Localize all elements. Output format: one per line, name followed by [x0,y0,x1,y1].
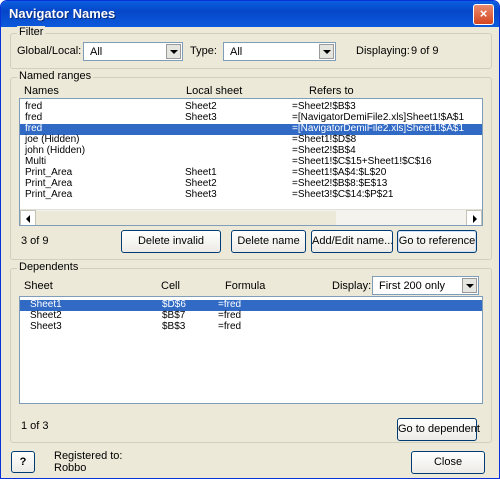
named-range-refers-to: =[NavigatorDemiFile2.xls]Sheet1!$A$1 [292,123,465,134]
navigator-names-dialog: Navigator Names × Filter Global/Local: A… [0,0,500,479]
window-title: Navigator Names [9,6,116,21]
chevron-down-icon[interactable] [462,278,477,293]
dependent-sheet: Sheet2 [30,310,62,321]
named-range-name: Multi [25,156,47,167]
global-local-value: All [90,46,103,58]
add-edit-name-button[interactable]: Add/Edit name... [311,230,393,253]
go-to-dependent-button[interactable]: Go to dependent [397,418,480,441]
named-range-name: joe (Hidden) [25,134,80,145]
dependents-count: 1 of 3 [21,420,49,432]
named-range-refers-to: =Sheet1!$A$4:$L$20 [292,167,387,178]
named-ranges-group: Named ranges Names Local sheet Refers to… [10,70,492,260]
named-range-row[interactable]: Multi =Sheet1!$C$15+Sheet1!$C$16 [20,156,482,168]
formula-header: Formula [225,280,266,292]
dependent-cell: $B$7 [162,310,186,321]
named-range-name: fred [25,123,43,134]
chevron-down-icon[interactable] [319,44,334,59]
title-bar[interactable]: Navigator Names × [1,1,499,27]
go-to-reference-button[interactable]: Go to reference [397,230,477,253]
named-range-name: Print_Area [25,167,73,178]
names-header: Names [24,85,59,97]
delete-name-button[interactable]: Delete name [231,230,306,253]
global-local-dropdown[interactable]: All [83,42,183,61]
named-ranges-count: 3 of 9 [21,235,49,247]
window-close-icon[interactable]: × [473,4,494,25]
dependent-row[interactable]: Sheet2 $B$7 =fred [20,310,482,322]
dependents-group: Dependents Sheet Cell Formula Display: F… [10,261,492,443]
named-range-name: Print_Area [25,178,73,189]
dependents-legend: Dependents [17,261,81,273]
named-range-refers-to: =Sheet3!$C$14:$P$21 [292,189,394,200]
dependent-formula: =fred [218,299,242,310]
scroll-left-icon[interactable] [20,210,36,225]
named-range-local-sheet: Sheet2 [185,101,217,112]
named-range-local-sheet: Sheet2 [185,178,217,189]
registered-user: Robbo [54,462,87,474]
named-range-local-sheet: Sheet3 [185,189,217,200]
named-range-refers-to: =[NavigatorDemiFile2.xls]Sheet1!$A$1 [292,112,465,123]
named-range-refers-to: =Sheet2!$B$8:$E$13 [292,178,388,189]
display-label: Display: [332,280,372,292]
named-range-name: Print_Area [25,189,73,200]
named-range-row[interactable]: joe (Hidden) =Sheet1!$D$8 [20,134,482,146]
named-range-refers-to: =Sheet1!$C$15+Sheet1!$C$16 [292,156,432,167]
dependent-formula: =fred [218,310,242,321]
horizontal-scrollbar[interactable] [20,209,482,225]
display-value: First 200 only [379,280,446,292]
close-button[interactable]: Close [411,451,485,474]
named-range-refers-to: =Sheet2!$B$3 [292,101,356,112]
display-dropdown[interactable]: First 200 only [372,276,479,295]
filter-group: Filter Global/Local: All Type: All Displ… [10,26,492,69]
cell-header: Cell [161,280,180,292]
dependent-row[interactable]: Sheet3 $B$3 =fred [20,321,482,333]
named-range-name: john (Hidden) [25,145,86,156]
type-label: Type: [190,45,217,57]
scroll-thumb[interactable] [36,211,336,225]
named-range-local-sheet: Sheet3 [185,112,217,123]
type-value: All [230,46,243,58]
dependent-cell: $D$6 [162,299,186,310]
filter-legend: Filter [17,26,46,38]
refers-to-header: Refers to [309,85,354,97]
dependent-formula: =fred [218,321,242,332]
dependent-sheet: Sheet1 [30,299,62,310]
dependent-row[interactable]: Sheet1 $D$6 =fred [20,299,482,311]
named-ranges-legend: Named ranges [17,70,94,82]
displaying-value: 9 of 9 [411,45,439,57]
help-icon[interactable]: ? [11,451,35,473]
named-ranges-list[interactable]: fred Sheet2 =Sheet2!$B$3 fred Sheet3 =[Naviga… [19,98,483,226]
dependent-sheet: Sheet3 [30,321,62,332]
named-range-row[interactable]: Print_Area Sheet2 =Sheet2!$B$8:$E$13 [20,178,482,190]
registered-to-label: Registered to: [54,450,123,462]
named-range-refers-to: =Sheet2!$B$4 [292,145,356,156]
global-local-label: Global/Local: [17,45,82,57]
dependents-list[interactable]: Sheet1 $D$6 =fred Sheet2 $B$7 =fred Sheet3 $B$3… [19,296,483,404]
displaying-label: Displaying: [356,45,410,57]
named-range-local-sheet: Sheet1 [185,167,217,178]
chevron-down-icon[interactable] [166,44,181,59]
scroll-right-icon[interactable] [466,210,482,225]
named-range-refers-to: =Sheet1!$D$8 [292,134,357,145]
named-range-name: fred [25,112,43,123]
sheet-header: Sheet [24,280,53,292]
named-range-row[interactable]: Print_Area Sheet1 =Sheet1!$A$4:$L$20 [20,167,482,179]
delete-invalid-button[interactable]: Delete invalid [121,230,221,253]
dependent-cell: $B$3 [162,321,186,332]
local-sheet-header: Local sheet [186,85,243,97]
named-range-name: fred [25,101,43,112]
named-range-row[interactable]: Print_Area Sheet3 =Sheet3!$C$14:$P$21 [20,189,482,201]
named-range-row[interactable]: fred =[NavigatorDemiFile2.xls]Sheet1!$A$1 [20,123,482,135]
type-dropdown[interactable]: All [223,42,336,61]
